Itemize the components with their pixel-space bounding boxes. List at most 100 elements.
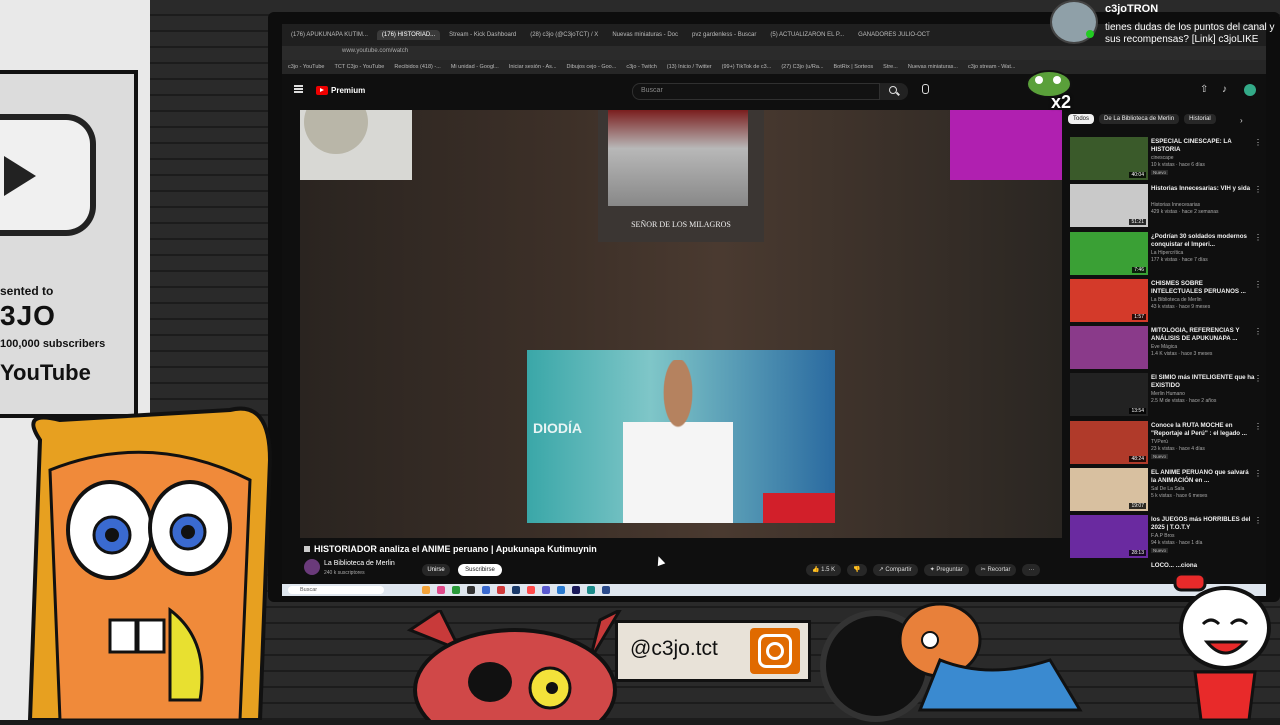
channel-name[interactable]: La Biblioteca de Merlin xyxy=(324,560,395,567)
related-video-title[interactable]: CHISMES SOBRE INTELECTUALES PERUANOS ... xyxy=(1151,280,1255,296)
taskbar-app-icon[interactable] xyxy=(437,586,445,594)
upload-icon[interactable]: ⇧ xyxy=(1200,85,1210,95)
related-video-title[interactable]: Historias Innecesarias: VIH y sida xyxy=(1151,185,1255,193)
filter-chip[interactable]: Todos xyxy=(1068,114,1095,124)
related-video-channel[interactable]: Eve Mágica xyxy=(1151,344,1177,350)
related-video-channel[interactable]: La Biblioteca de Merlin xyxy=(1151,297,1202,303)
bookmark-item[interactable]: (99+) TikTok de c3... xyxy=(722,64,772,70)
video-thumbnail[interactable]: 7:46 xyxy=(1070,231,1148,275)
video-thumbnail[interactable]: 51:21 xyxy=(1070,184,1148,228)
browser-tab[interactable]: Stream - Kick Dashboard xyxy=(444,30,521,40)
browser-tab[interactable]: Nuevas miniaturas - Doc xyxy=(607,30,683,40)
bookmark-item[interactable]: Dibujos cejo - Goo... xyxy=(567,64,617,70)
related-video-channel[interactable]: Merlin Humano xyxy=(1151,391,1185,397)
video-thumbnail[interactable] xyxy=(1070,326,1148,370)
related-video-item[interactable]: 51:21 Historias Innecesarias: VIH y sida H… xyxy=(1068,183,1262,230)
kebab-menu-icon[interactable]: ⋮ xyxy=(1254,185,1262,194)
search-button[interactable] xyxy=(880,83,908,100)
dislike-button[interactable]: 👎 xyxy=(847,564,867,576)
bookmark-item[interactable]: Stre... xyxy=(883,64,898,70)
bookmark-item[interactable]: c3jo - Twitch xyxy=(626,64,656,70)
bookmark-item[interactable]: BotRix | Sorteos xyxy=(834,64,874,70)
video-thumbnail[interactable]: 1:57 xyxy=(1070,278,1148,322)
kebab-menu-icon[interactable]: ⋮ xyxy=(1254,469,1262,478)
kebab-menu-icon[interactable]: ⋮ xyxy=(1254,233,1262,242)
video-thumbnail[interactable]: 28:13 xyxy=(1070,515,1148,559)
related-video-item[interactable]: 48:24 Conoce la RUTA MOCHE en "Reportaje … xyxy=(1068,420,1262,467)
taskbar-app-icon[interactable] xyxy=(542,586,550,594)
related-video-channel[interactable]: cinescape xyxy=(1151,155,1174,161)
taskbar-app-icon[interactable] xyxy=(422,586,430,594)
channel-avatar[interactable] xyxy=(304,559,320,575)
taskbar-app-icon[interactable] xyxy=(557,586,565,594)
youtube-premium-wordmark[interactable]: Premium xyxy=(331,86,365,95)
related-video-channel[interactable]: Historias Innecesarias xyxy=(1151,202,1200,208)
bookmark-item[interactable]: Recibidos (418) -... xyxy=(394,64,440,70)
related-video-title[interactable]: Conoce la RUTA MOCHE en "Reportaje al Pe… xyxy=(1151,422,1255,438)
taskbar-app-icon[interactable] xyxy=(527,586,535,594)
related-video-channel[interactable]: F.A.P Bros xyxy=(1151,533,1175,539)
bookmark-item[interactable]: (13) Inicio / Twitter xyxy=(667,64,712,70)
related-video-title[interactable]: ESPECIAL CINESCAPE: LA HISTORIA xyxy=(1151,138,1255,154)
chevron-right-icon[interactable]: › xyxy=(1240,116,1243,125)
browser-tab[interactable]: (176) APUKUNAPA KUTIM... xyxy=(286,30,373,40)
taskbar-app-icon[interactable] xyxy=(587,586,595,594)
taskbar-app-icon[interactable] xyxy=(497,586,505,594)
bookmark-item[interactable]: Mi unidad - Googl... xyxy=(451,64,499,70)
youtube-logo-icon[interactable] xyxy=(316,86,328,95)
video-thumbnail[interactable]: 19:07 xyxy=(1070,468,1148,512)
related-video-title[interactable]: EL ANIME PERUANO que salvará la ANIMACIÓ… xyxy=(1151,469,1255,485)
taskbar-app-icon[interactable] xyxy=(482,586,490,594)
taskbar-app-icon[interactable] xyxy=(512,586,520,594)
related-video-item[interactable]: 28:13 los JUEGOS más HORRIBLES del 2025 |… xyxy=(1068,514,1262,561)
notifications-bell-icon[interactable]: ♪ xyxy=(1222,85,1232,95)
related-video-item[interactable]: 19:07 EL ANIME PERUANO que salvará la ANI… xyxy=(1068,467,1262,514)
related-video-channel[interactable]: TVPerú xyxy=(1151,439,1168,445)
related-video-item[interactable]: MITOLOGIA, REFERENCIAS Y ANÁLISIS DE APU… xyxy=(1068,325,1262,372)
bookmark-item[interactable]: c3jo stream - Wat... xyxy=(968,64,1015,70)
browser-tab[interactable]: GANADORES JULIO-OCT xyxy=(853,30,935,40)
more-actions-button[interactable]: ··· xyxy=(1022,564,1041,576)
ask-button[interactable]: ✦ Preguntar xyxy=(923,564,969,576)
partial-related-video-title[interactable]: LOCO... ...ciona xyxy=(1151,562,1255,570)
taskbar-search-input[interactable]: Buscar xyxy=(288,586,384,594)
browser-tab[interactable]: (28) c3jo (@C3joTCT) / X xyxy=(525,30,603,40)
related-video-item[interactable]: 13:54 El SIMIO más INTELIGENTE que ha EXI… xyxy=(1068,372,1262,419)
account-avatar[interactable] xyxy=(1244,84,1256,96)
filter-chip[interactable]: Historial xyxy=(1184,114,1216,124)
kebab-menu-icon[interactable]: ⋮ xyxy=(1254,138,1262,147)
browser-tab[interactable]: pvz gardenless - Buscar xyxy=(687,30,761,40)
bookmark-item[interactable]: c3jo - YouTube xyxy=(288,64,325,70)
taskbar-app-icon[interactable] xyxy=(602,586,610,594)
filter-chip[interactable]: De La Biblioteca de Merlin xyxy=(1099,114,1180,124)
search-input[interactable]: Buscar xyxy=(632,83,880,100)
kebab-menu-icon[interactable]: ⋮ xyxy=(1254,516,1262,525)
taskbar-app-icon[interactable] xyxy=(467,586,475,594)
subscribe-button[interactable]: Suscribirse xyxy=(458,564,502,576)
microphone-icon[interactable] xyxy=(922,84,929,94)
kebab-menu-icon[interactable]: ⋮ xyxy=(1254,327,1262,336)
taskbar-app-icon[interactable] xyxy=(572,586,580,594)
related-video-title[interactable]: MITOLOGIA, REFERENCIAS Y ANÁLISIS DE APU… xyxy=(1151,327,1255,343)
bookmark-item[interactable]: Nuevas miniaturas... xyxy=(908,64,958,70)
related-video-title[interactable]: ¿Podrían 30 soldados modernos conquistar… xyxy=(1151,233,1255,249)
bookmark-item[interactable]: TCT C3jo - YouTube xyxy=(335,64,385,70)
related-video-item[interactable]: 1:57 CHISMES SOBRE INTELECTUALES PERUANOS… xyxy=(1068,278,1262,325)
related-video-title[interactable]: El SIMIO más INTELIGENTE que ha EXISTIDO xyxy=(1151,374,1255,390)
related-video-channel[interactable]: Sal De La Sala xyxy=(1151,486,1184,492)
taskbar-app-icon[interactable] xyxy=(452,586,460,594)
hamburger-menu-icon[interactable] xyxy=(294,85,303,93)
kebab-menu-icon[interactable]: ⋮ xyxy=(1254,280,1262,289)
share-button[interactable]: ↗ Compartir xyxy=(872,564,918,576)
kebab-menu-icon[interactable]: ⋮ xyxy=(1254,422,1262,431)
video-thumbnail[interactable]: 13:54 xyxy=(1070,373,1148,417)
video-thumbnail[interactable]: 48:24 xyxy=(1070,420,1148,464)
video-thumbnail[interactable]: 40:04 xyxy=(1070,137,1148,180)
clip-button[interactable]: ✂ Recortar xyxy=(974,564,1017,576)
like-button[interactable]: 👍 1.5 K xyxy=(806,564,842,576)
join-button[interactable]: Unirse xyxy=(422,564,450,576)
browser-tab[interactable]: (5) ACTUALIZARON EL P... xyxy=(765,30,849,40)
bookmark-item[interactable]: Iniciar sesión - As... xyxy=(509,64,557,70)
related-video-item[interactable]: 40:04 ESPECIAL CINESCAPE: LA HISTORIA cine… xyxy=(1068,136,1262,183)
browser-tab[interactable]: (176) HISTORIAD... xyxy=(376,30,441,40)
